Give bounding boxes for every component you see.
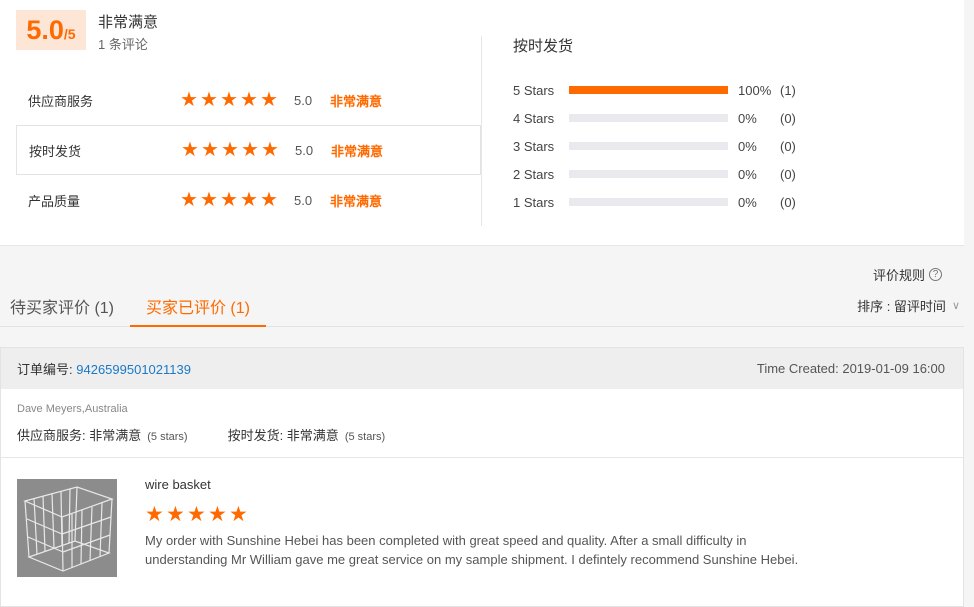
order-number-field: 订单编号: 9426599501021139 [17,359,191,378]
on-time-note: (5 stars) [344,431,386,443]
distribution-row-4: 4 Stars 0% (0) [513,108,796,128]
distribution-row-2: 2 Stars 0% (0) [513,164,796,184]
distribution-bar [569,114,728,122]
distribution-percent: 0% [738,138,757,154]
wire-basket-image [17,479,117,577]
star-icon: ★ [260,89,278,111]
order-number-link[interactable]: 9426599501021139 [76,362,191,377]
sort-label: 排序 : 留评时间 [857,299,946,314]
dimension-score: 5.0 [294,192,313,208]
dimension-row-product-quality: 产品质量 ★ ★ ★ ★ ★ 5.0 非常满意 [16,175,481,225]
star-icon: ★ [240,89,258,111]
time-created: Time Created: 2019-01-09 16:00 [756,361,945,376]
supplier-service-note: (5 stars) [147,431,188,443]
dimension-label: 供应商服务 [28,93,94,109]
dimension-score: 5.0 [295,142,314,158]
overall-score: 5.0 [26,15,64,45]
distribution-count: (1) [780,82,796,98]
buyer-ratings: 供应商服务: 非常满意 (5 stars) 按时发货: 非常满意 (5 stars) [17,425,385,444]
dimension-level: 非常满意 [330,193,383,209]
distribution-label: 4 Stars [513,110,555,126]
star-icon: ★ [208,503,227,526]
distribution-count: (0) [780,138,796,154]
divider [481,36,482,226]
distribution-label: 2 Stars [513,166,555,182]
distribution-label: 1 Stars [513,194,555,210]
tab-reviewed[interactable]: 买家已评价 (1) [130,294,266,327]
distribution-bar [569,86,728,94]
distribution-percent: 0% [738,194,757,210]
distribution-label: 5 Stars [513,82,555,98]
distribution-bar [569,170,728,178]
review-text: My order with Sunshine Hebei has been co… [145,533,799,567]
dimension-row-supplier-service: 供应商服务 ★ ★ ★ ★ ★ 5.0 非常满意 [16,75,481,125]
star-icon: ★ [260,189,278,211]
distribution-row-5: 5 Stars 100% (1) [513,80,796,100]
distribution-bar-fill [569,86,728,94]
star-icon: ★ [220,189,238,211]
distribution-percent: 0% [738,166,757,182]
distribution-bar [569,142,728,150]
on-time-text: 按时发货: 非常满意 [227,428,339,443]
star-icon: ★ [200,89,218,111]
star-icon: ★ [261,139,279,161]
star-icon: ★ [180,189,198,211]
distribution-label: 3 Stars [513,138,555,154]
distribution-count: (0) [780,194,796,210]
star-icon: ★ [221,139,239,161]
star-icon: ★ [241,139,259,161]
star-rating: ★ ★ ★ ★ ★ [180,190,278,210]
distribution-title: 按时发货 [513,38,574,55]
chevron-down-icon: ∨ [951,300,960,312]
rating-rules-label: 评价规则 [873,268,926,283]
supplier-service-rating: 供应商服务: 非常满意 (5 stars) [17,425,188,444]
rating-rules-link[interactable]: 评价规则 ? [873,265,943,284]
dimension-label: 产品质量 [28,193,81,209]
order-header: 订单编号: 9426599501021139 Time Created: 201… [1,348,963,389]
distribution-percent: 100% [738,82,772,98]
tab-pending-reviews[interactable]: 待买家评价 (1) [10,294,114,327]
review-card: 订单编号: 9426599501021139 Time Created: 201… [0,347,964,607]
star-icon: ★ [181,139,199,161]
review-star-rating: ★ ★ ★ ★ ★ [145,503,248,526]
dimension-score: 5.0 [294,92,313,108]
help-icon: ? [929,268,943,281]
review-count: 1 条评论 [98,37,148,52]
distribution-count: (0) [780,166,796,182]
star-icon: ★ [240,189,258,211]
distribution-row-1: 1 Stars 0% (0) [513,192,796,212]
dimension-row-on-time-delivery[interactable]: 按时发货 ★ ★ ★ ★ ★ 5.0 非常满意 [16,125,481,175]
sort-dropdown[interactable]: 排序 : 留评时间 ∨ [857,296,960,315]
divider [1,457,963,458]
distribution-row-3: 3 Stars 0% (0) [513,136,796,156]
distribution-percent: 0% [738,110,757,126]
on-time-rating: 按时发货: 非常满意 (5 stars) [228,425,386,444]
dimension-level: 非常满意 [330,93,383,109]
star-rating: ★ ★ ★ ★ ★ [181,140,279,160]
overall-score-badge: 5.0/5 [16,10,86,50]
star-icon: ★ [166,503,185,526]
product-name: wire basket [145,477,211,492]
star-icon: ★ [200,189,218,211]
overall-score-max: /5 [63,26,76,42]
star-icon: ★ [180,89,198,111]
dimension-label: 按时发货 [29,143,82,159]
overall-level: 非常满意 [98,14,159,31]
buyer-info: Dave Meyers,Australia [17,403,128,415]
supplier-service-text: 供应商服务: 非常满意 [17,428,142,443]
distribution-bar [569,198,728,206]
star-icon: ★ [145,503,164,526]
star-icon: ★ [220,89,238,111]
product-thumbnail[interactable] [17,479,117,577]
star-icon: ★ [201,139,219,161]
star-icon: ★ [229,503,248,526]
review-tabs: 待买家评价 (1) 买家已评价 (1) 排序 : 留评时间 ∨ [0,285,964,327]
distribution-count: (0) [780,110,796,126]
dimension-level: 非常满意 [331,143,384,159]
order-number-label: 订单编号: [17,362,73,377]
star-rating: ★ ★ ★ ★ ★ [180,90,278,110]
rating-summary-panel: 5.0/5 非常满意 1 条评论 供应商服务 ★ ★ ★ ★ ★ 5.0 非常满意 按时… [0,0,964,246]
star-icon: ★ [187,503,206,526]
